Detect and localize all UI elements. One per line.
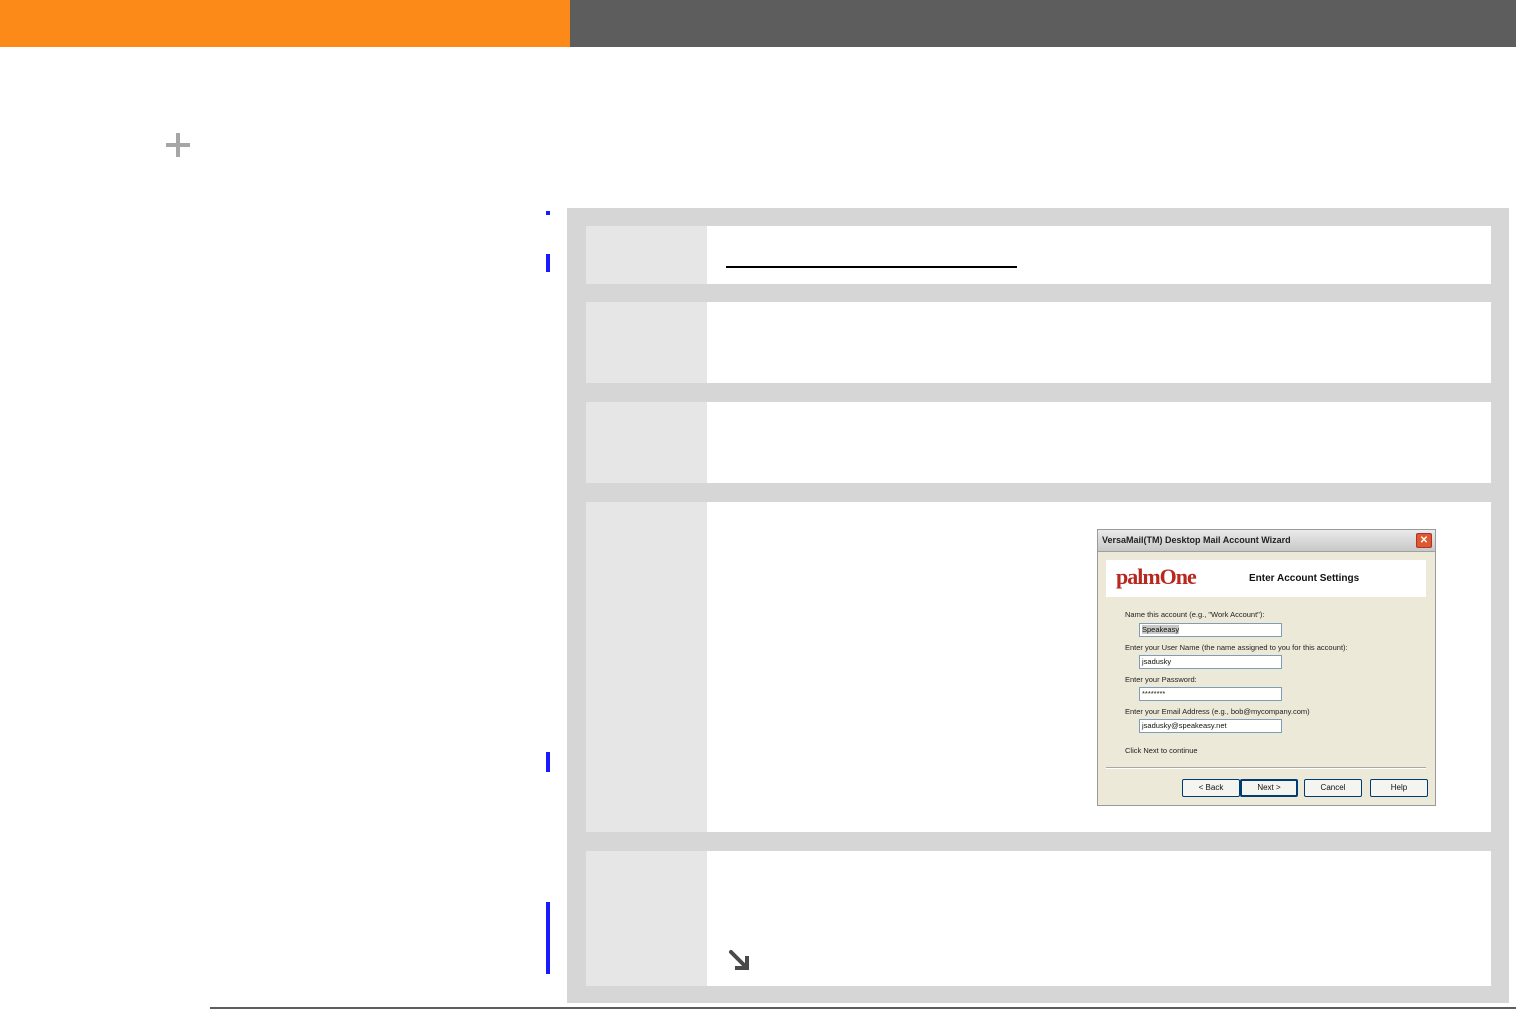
- back-button[interactable]: < Back: [1182, 779, 1240, 797]
- account-name-label: Name this account (e.g., "Work Account")…: [1125, 610, 1265, 619]
- step-row: [586, 226, 1491, 284]
- wizard-header: palmOne Enter Account Settings: [1106, 560, 1426, 597]
- wizard-heading: Enter Account Settings: [1249, 573, 1360, 584]
- account-name-field[interactable]: Speakeasy: [1139, 623, 1282, 637]
- step-number-cell: [586, 302, 707, 383]
- change-bar: [546, 902, 550, 974]
- step-row: [586, 302, 1491, 383]
- cancel-button[interactable]: Cancel: [1304, 779, 1362, 797]
- wizard-separator: [1106, 767, 1426, 769]
- wizard-hint: Click Next to continue: [1125, 746, 1198, 755]
- palmone-logo: palmOne: [1116, 564, 1197, 589]
- wizard-titlebar: VersaMail(TM) Desktop Mail Account Wizar…: [1098, 530, 1435, 552]
- step-number-cell: [586, 502, 707, 832]
- password-field[interactable]: ********: [1139, 687, 1282, 701]
- step-row: [586, 402, 1491, 483]
- footer-rule: [210, 1007, 1516, 1009]
- step-row: [586, 851, 1491, 986]
- plus-icon[interactable]: [166, 133, 190, 157]
- user-name-field[interactable]: jsadusky: [1139, 655, 1282, 669]
- step-number-cell: [586, 226, 707, 284]
- email-field[interactable]: jsadusky@speakeasy.net: [1139, 719, 1282, 733]
- step-number-cell: [586, 402, 707, 483]
- header-bar: [570, 0, 1516, 47]
- email-label: Enter your Email Address (e.g., bob@myco…: [1125, 707, 1310, 716]
- wizard-dialog-screenshot: VersaMail(TM) Desktop Mail Account Wizar…: [1097, 529, 1436, 806]
- close-icon[interactable]: ✕: [1416, 533, 1432, 548]
- next-button[interactable]: Next >: [1240, 779, 1298, 797]
- user-name-label: Enter your User Name (the name assigned …: [1125, 643, 1348, 652]
- change-bar: [546, 254, 550, 272]
- step-number-cell: [586, 851, 707, 986]
- help-button[interactable]: Help: [1370, 779, 1428, 797]
- wizard-title: VersaMail(TM) Desktop Mail Account Wizar…: [1102, 535, 1291, 545]
- arrow-down-right-icon[interactable]: [726, 947, 752, 973]
- change-bar: [546, 752, 550, 772]
- password-label: Enter your Password:: [1125, 675, 1197, 684]
- change-bar: [546, 211, 550, 215]
- step-link-underline[interactable]: [726, 266, 1017, 268]
- header-accent-bar: [0, 0, 570, 47]
